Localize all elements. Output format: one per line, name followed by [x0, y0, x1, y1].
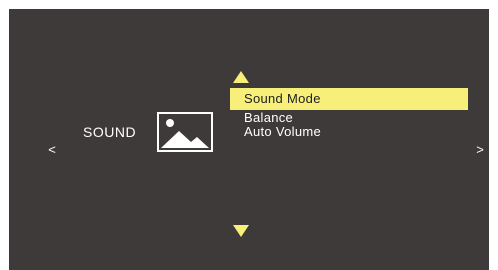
menu-item-auto-volume[interactable]: Auto Volume [230, 125, 468, 138]
picture-icon [157, 112, 213, 152]
previous-category-arrow[interactable]: < [46, 142, 58, 158]
scroll-down-icon[interactable] [233, 225, 249, 237]
menu-item-sound-mode[interactable]: Sound Mode [230, 88, 468, 110]
next-category-arrow[interactable]: > [474, 142, 486, 158]
category-label: SOUND [83, 124, 137, 140]
osd-screen: < SOUND Sound Mode Balance Auto Volume > [9, 9, 489, 270]
sound-menu: Sound Mode Balance Auto Volume [230, 88, 468, 138]
scroll-up-icon[interactable] [233, 71, 249, 83]
